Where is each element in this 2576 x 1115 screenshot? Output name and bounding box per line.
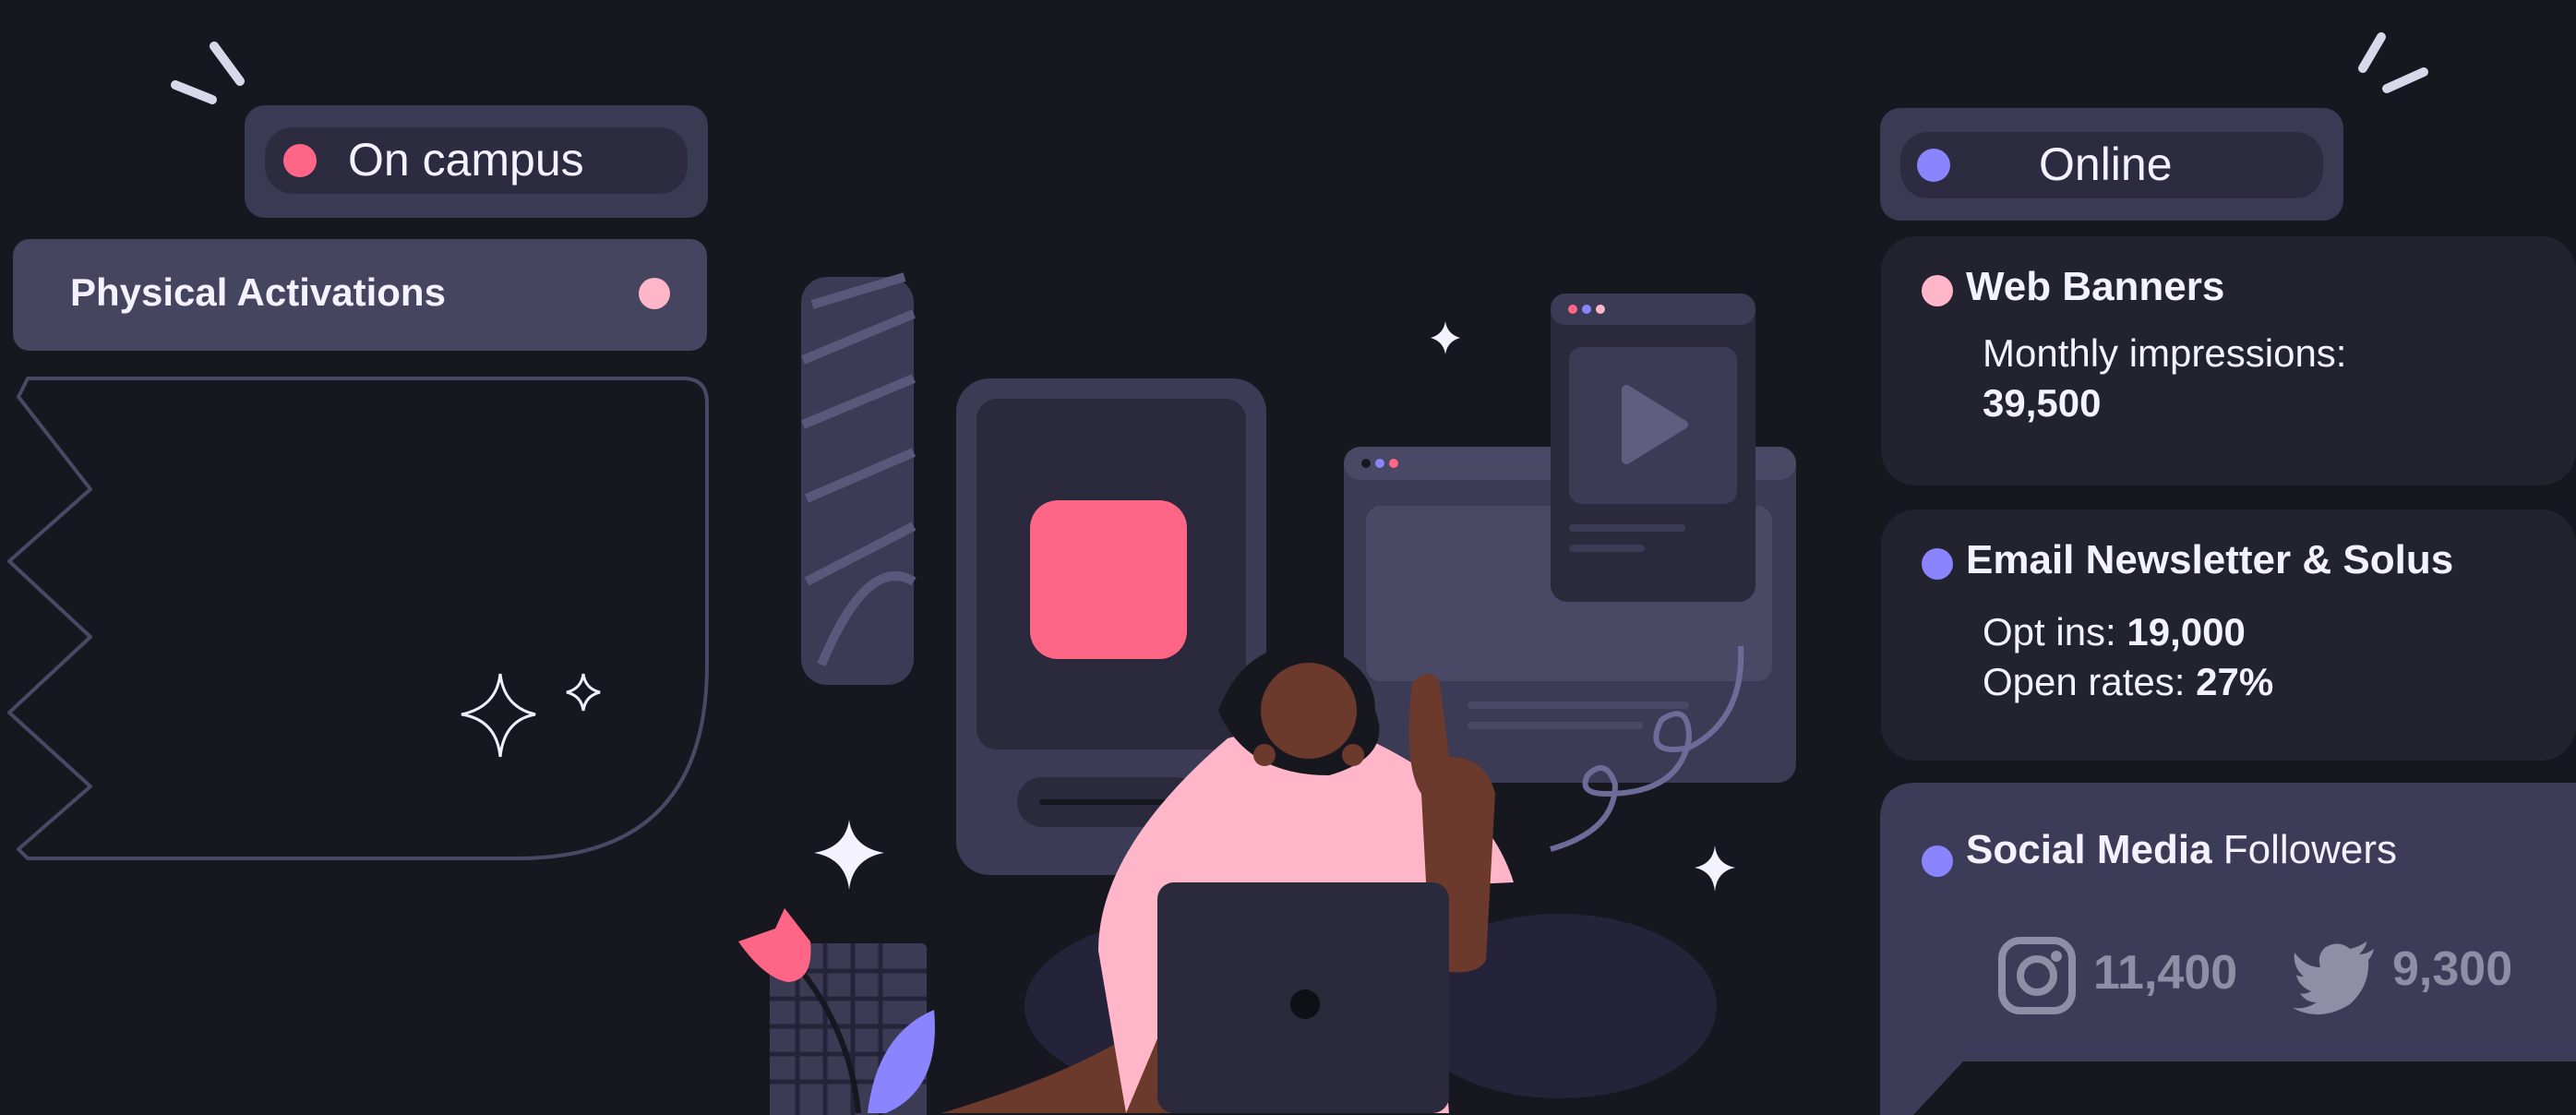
twitter-count: 9,300 — [2392, 942, 2513, 996]
on-campus-label: On campus — [348, 134, 584, 186]
opt-ins-row: Opt ins: 19,000 — [1983, 610, 2246, 653]
twitter-icon — [2293, 941, 2374, 1015]
social-title: Social Media Followers — [1966, 827, 2398, 872]
email-newsletter-card: Email Newsletter & Solus Opt ins: 19,000… — [1881, 510, 2576, 761]
on-campus-tag: On campus — [245, 105, 708, 218]
instagram-icon — [1998, 937, 2076, 1014]
physical-activations-label: Physical Activations — [70, 270, 446, 314]
email-title: Email Newsletter & Solus — [1966, 537, 2454, 582]
center-illustration — [738, 272, 1796, 1115]
web-banners-title: Web Banners — [1966, 264, 2225, 309]
web-banners-body: Monthly impressions: 39,500 — [1983, 329, 2346, 428]
web-banners-dot — [1922, 275, 1953, 306]
impressions-value: 39,500 — [1983, 381, 2102, 425]
impressions-label: Monthly impressions: — [1983, 331, 2347, 375]
instagram-count: 11,400 — [2093, 946, 2238, 1000]
on-campus-tag-inner: On campus — [265, 127, 688, 194]
physical-activations-bar: Physical Activations — [13, 239, 707, 351]
physical-activations-dot — [639, 278, 670, 309]
email-dot — [1922, 548, 1953, 580]
sparkle-dash-icon-right — [2358, 32, 2428, 93]
online-tag: Online — [1880, 108, 2343, 221]
email-body: Opt ins: 19,000 Open rates: 27% — [1983, 607, 2273, 707]
open-rates-row: Open rates: 27% — [1983, 660, 2274, 703]
social-media-card: Social Media Followers 11,400 9,300 — [1881, 783, 2576, 1061]
social-dot — [1922, 845, 1953, 877]
online-dot — [1917, 149, 1950, 182]
on-campus-dot — [283, 144, 317, 177]
online-tag-inner: Online — [1900, 132, 2323, 198]
zigzag-frame — [7, 377, 709, 860]
sparkle-outline-icon — [461, 673, 601, 758]
online-label: Online — [2039, 138, 2173, 190]
web-banners-card: Web Banners Monthly impressions: 39,500 — [1881, 236, 2576, 486]
